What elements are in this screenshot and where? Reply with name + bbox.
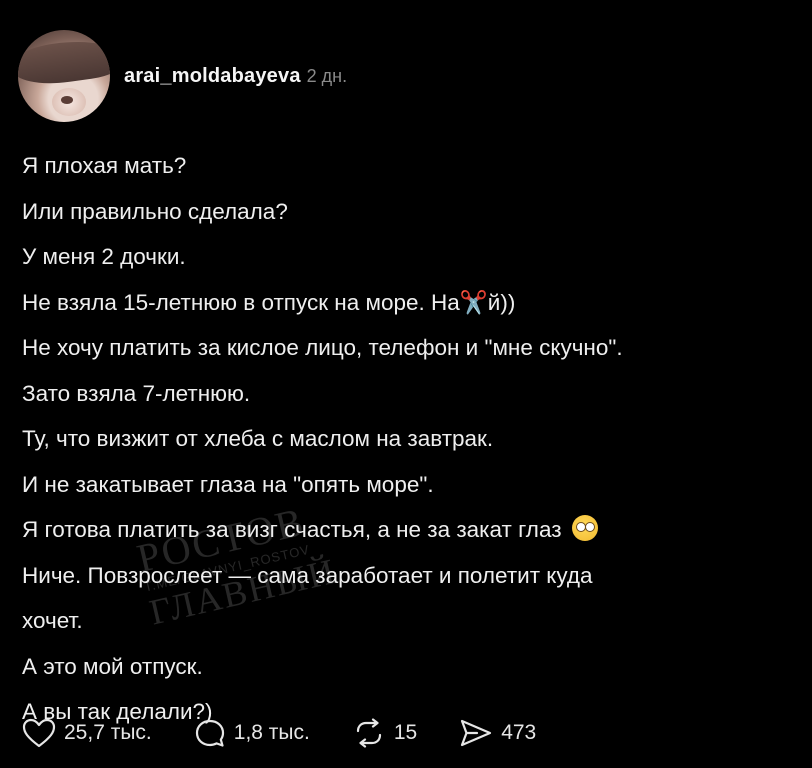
text-line: Ниче. Повзрослеет — сама заработает и по… bbox=[22, 562, 593, 588]
username[interactable]: arai_moldabayeva bbox=[124, 65, 301, 88]
share-button[interactable]: 473 bbox=[459, 718, 536, 748]
text-line: хочет. bbox=[22, 608, 83, 633]
comment-button[interactable]: 1,8 тыс. bbox=[194, 718, 310, 748]
share-count: 473 bbox=[501, 721, 537, 744]
text-line: И не закатывает глаза на "опять море". bbox=[22, 471, 434, 497]
heart-icon bbox=[22, 718, 56, 748]
text-line: У меня 2 дочки. bbox=[22, 244, 186, 269]
post-text: Я плохая мать? Или правильно сделала? У … bbox=[22, 143, 792, 735]
text-line: Или правильно сделала? bbox=[22, 198, 288, 224]
comment-count: 1,8 тыс. bbox=[233, 721, 310, 744]
text-line-with-emoji: Я готова платить за визг счастья, а не з… bbox=[22, 507, 792, 553]
text-line: Я готова платить за визг счастья, а не з… bbox=[22, 517, 562, 542]
repost-button[interactable]: 15 bbox=[352, 718, 417, 748]
post-header: arai_moldabayeva 2 дн. bbox=[18, 30, 347, 122]
action-bar: 25,7 тыс. 1,8 тыс. 15 473 bbox=[22, 718, 536, 748]
post-meta: arai_moldabayeva 2 дн. bbox=[124, 65, 347, 88]
share-icon bbox=[461, 719, 492, 747]
text-line: Не хочу платить за кислое лицо, телефон … bbox=[22, 335, 623, 360]
like-count: 25,7 тыс. bbox=[64, 721, 152, 744]
text-line: Я плохая мать? bbox=[22, 153, 187, 178]
post-time: 2 дн. bbox=[306, 65, 348, 86]
text-line: А это мой отпуск. bbox=[22, 653, 203, 679]
like-button[interactable]: 25,7 тыс. bbox=[22, 718, 152, 748]
eye-roll-emoji-icon bbox=[571, 515, 598, 541]
repost-icon bbox=[356, 718, 381, 748]
text-line: Зато взяла 7-летнюю. bbox=[22, 380, 251, 406]
text-line: Ту, что визжит от хлеба с маслом на завт… bbox=[22, 426, 494, 451]
comment-icon bbox=[195, 719, 224, 747]
avatar[interactable] bbox=[18, 30, 110, 122]
repost-count: 15 bbox=[393, 721, 418, 744]
text-line: Не взяла 15-летнюю в отпуск на море. На✂… bbox=[22, 289, 516, 315]
